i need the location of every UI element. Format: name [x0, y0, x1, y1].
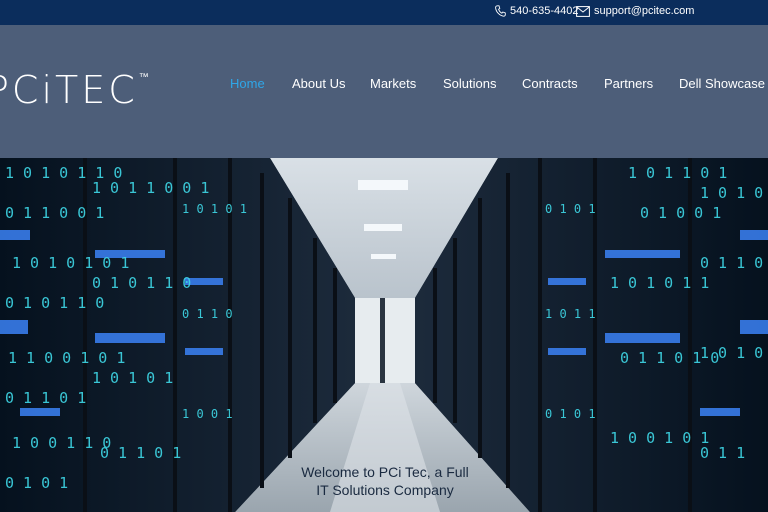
svg-text:0 1 1 0 1: 0 1 1 0 1 — [100, 444, 181, 462]
svg-text:1 0 1 0: 1 0 1 0 — [700, 344, 763, 362]
phone-number[interactable]: 540-635-4402 — [510, 5, 579, 17]
svg-text:1 0 1 0 1: 1 0 1 0 1 — [92, 369, 173, 387]
svg-text:1 0 1 0: 1 0 1 0 — [700, 184, 763, 202]
svg-text:0 1 0 1 1 0: 0 1 0 1 1 0 — [5, 294, 104, 312]
svg-text:1 0 0 1 0 1: 1 0 0 1 0 1 — [610, 429, 709, 447]
svg-text:0 1 0 1: 0 1 0 1 — [545, 202, 596, 216]
svg-text:1 0 0 1 1 0: 1 0 0 1 1 0 — [12, 434, 111, 452]
svg-text:0 1 1 0: 0 1 1 0 — [182, 307, 233, 321]
svg-text:0 1 1 0 1: 0 1 1 0 1 — [5, 389, 86, 407]
svg-text:0 1 1 0 0 1: 0 1 1 0 0 1 — [5, 204, 104, 222]
hero-headline-line-2: IT Solutions Company — [316, 482, 454, 498]
nav-item-dell-showcase[interactable]: Dell Showcase — [679, 76, 765, 91]
nav-item-markets[interactable]: Markets — [370, 76, 416, 91]
hero-headline: Welcome to PCi Tec, a Full IT Solutions … — [270, 463, 500, 499]
phone-contact[interactable]: 540-635-4402 — [495, 5, 579, 17]
data-center-hero-image: 1 0 1 0 1 1 0 0 1 1 0 0 1 1 0 1 0 1 0 1 … — [0, 158, 768, 512]
nav-item-home[interactable]: Home — [230, 76, 265, 91]
nav-item-contracts[interactable]: Contracts — [522, 76, 578, 91]
svg-text:1 0 0 1: 1 0 0 1 — [182, 407, 233, 421]
phone-icon — [495, 5, 506, 17]
svg-text:0 1 0 1: 0 1 0 1 — [545, 407, 596, 421]
main-nav: Home About Us Markets Solutions Contract… — [0, 76, 768, 94]
nav-item-partners[interactable]: Partners — [604, 76, 653, 91]
email-contact[interactable]: support@pcitec.com — [576, 5, 694, 17]
hero-headline-line-1: Welcome to PCi Tec, a Full — [301, 464, 469, 480]
svg-text:0 1 0 1: 0 1 0 1 — [5, 474, 68, 492]
top-contact-bar: 540-635-4402 support@pcitec.com — [0, 0, 768, 25]
svg-text:1 0 1 1 0 1: 1 0 1 1 0 1 — [628, 164, 727, 182]
svg-text:0 1 1 0: 0 1 1 0 — [700, 254, 763, 272]
nav-item-solutions[interactable]: Solutions — [443, 76, 496, 91]
svg-text:0 1 0 0 1: 0 1 0 0 1 — [640, 204, 721, 222]
svg-text:1 0 1 0 1 1: 1 0 1 0 1 1 — [610, 274, 709, 292]
svg-text:1 0 1 1 0 0 1: 1 0 1 1 0 0 1 — [92, 179, 209, 197]
email-address[interactable]: support@pcitec.com — [594, 5, 694, 17]
nav-item-about-us[interactable]: About Us — [292, 76, 345, 91]
svg-text:1 0 1 0 1 0 1: 1 0 1 0 1 0 1 — [12, 254, 129, 272]
svg-text:0 1 0 1 1 0: 0 1 0 1 1 0 — [92, 274, 191, 292]
svg-text:0 1 1: 0 1 1 — [700, 444, 745, 462]
svg-text:1 0 1 0 1: 1 0 1 0 1 — [182, 202, 247, 216]
hero-banner: 1 0 1 0 1 1 0 0 1 1 0 0 1 1 0 1 0 1 0 1 … — [0, 158, 768, 512]
envelope-icon — [576, 5, 590, 17]
svg-text:1 0 1 1: 1 0 1 1 — [545, 307, 596, 321]
svg-text:1 1 0 0 1 0 1: 1 1 0 0 1 0 1 — [8, 349, 125, 367]
